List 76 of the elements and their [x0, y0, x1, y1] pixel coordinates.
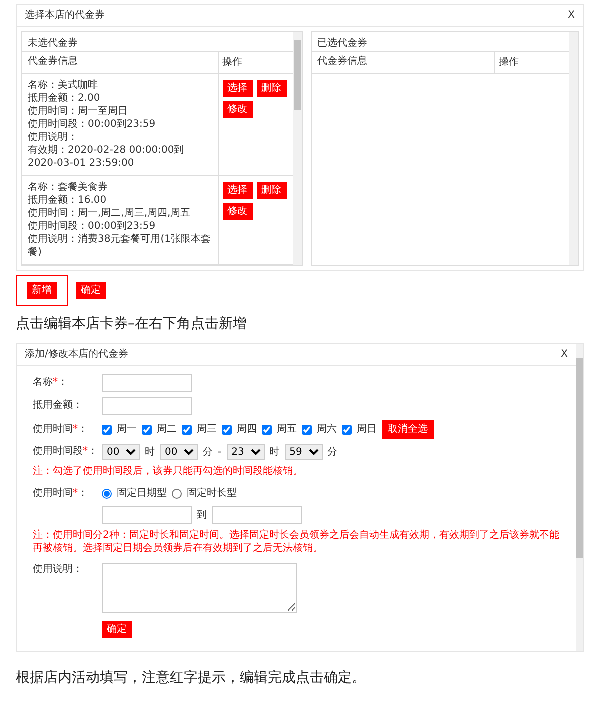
caption: 点击编辑本店卡券–在右下角点击新增: [16, 315, 248, 334]
caption: 根据店内活动填写，注意红字提示，编辑完成点击确定。: [16, 669, 367, 688]
voucher-info: 抵用金额：16.00: [28, 194, 108, 207]
amount-input[interactable]: [102, 397, 192, 415]
scrollbar[interactable]: [569, 32, 578, 265]
close-button[interactable]: X: [568, 8, 575, 23]
checkbox[interactable]: [142, 424, 152, 434]
checkbox[interactable]: [222, 424, 232, 434]
column-header: 操作: [498, 56, 520, 70]
checkbox[interactable]: [102, 424, 112, 434]
voucher-info: 使用说明：: [28, 131, 79, 144]
dialog-title: 选择本店的代金券: [25, 8, 105, 23]
action-button[interactable]: 修改: [222, 203, 253, 220]
checkbox[interactable]: [342, 424, 352, 434]
field-label: 抵用金额：: [33, 399, 84, 413]
action-button[interactable]: 选择: [222, 182, 253, 199]
time-select[interactable]: 00: [160, 444, 198, 460]
radio-button[interactable]: [172, 488, 182, 498]
checkbox-label: 周日: [357, 423, 377, 437]
date-input[interactable]: [212, 506, 302, 524]
checkbox-label: 周三: [197, 423, 217, 437]
checkbox[interactable]: [182, 424, 192, 434]
separator-text: 到: [197, 508, 207, 522]
voucher-info: 抵用金额：2.00: [28, 92, 102, 105]
deselect-all-button[interactable]: 取消全选: [382, 420, 434, 439]
checkbox-label: 周五: [277, 423, 297, 437]
checkbox-label: 周一: [117, 423, 137, 437]
radio-label: 固定日期型: [117, 486, 167, 501]
confirm-button[interactable]: 确定: [102, 621, 132, 638]
voucher-info: 使用时间段：00:00到23:59: [28, 220, 157, 233]
action-button[interactable]: 删除: [256, 182, 287, 199]
voucher-info: 使用时间：周一至周日: [28, 105, 129, 118]
unit-label: 时: [270, 446, 280, 460]
voucher-info: 使用说明：消费38元套餐可用(1张限本套餐): [28, 233, 212, 259]
note-text: 注：勾选了使用时间段后，该券只能再勾选的时间段能核销。: [33, 465, 304, 478]
note-text: 注：使用时间分2种：固定时长和固定时间。选择固定时长会员领券之后会自动生成有效期，有效期到了之后该券就不能再被核销。选择固定日期会员领券后在有效期到了之后无法核销。: [33, 529, 560, 555]
field-label: 使用说明：: [33, 563, 84, 577]
unit-label: -: [218, 446, 222, 460]
scrollbar[interactable]: [576, 344, 583, 651]
time-select[interactable]: 23: [226, 444, 265, 460]
unit-label: 分: [203, 446, 213, 460]
field-label: 使用时间*：: [33, 422, 89, 436]
add-button[interactable]: 新增: [27, 282, 57, 299]
date-input[interactable]: [102, 506, 192, 524]
checkbox[interactable]: [262, 424, 272, 434]
radio-button[interactable]: [102, 488, 112, 498]
time-select[interactable]: 00: [102, 444, 140, 460]
unit-label: 分: [328, 446, 338, 460]
close-button[interactable]: X: [561, 347, 568, 362]
voucher-info: 使用时间：周一,周二,周三,周四,周五: [28, 207, 192, 220]
checkbox-label: 周六: [317, 422, 337, 437]
radio-label: 固定时长型: [187, 486, 237, 501]
panel-title: 已选代金券: [312, 32, 569, 52]
panel-title: 未选代金券: [22, 32, 293, 52]
action-button[interactable]: 选择: [222, 80, 253, 97]
checkbox-label: 周四: [237, 423, 257, 437]
voucher-info: 名称：套餐美食券: [28, 181, 109, 194]
unit-label: 时: [145, 446, 155, 460]
voucher-info: 有效期：2020-02-28 00:00:00到2020-03-01 23:59:00: [28, 144, 186, 170]
column-header: 操作: [222, 56, 244, 70]
column-header: 代金券信息: [312, 52, 495, 73]
action-button[interactable]: 修改: [222, 101, 253, 118]
confirm-button[interactable]: 确定: [76, 282, 106, 299]
scrollbar[interactable]: [292, 32, 302, 265]
field-label: 名称*：: [33, 376, 69, 390]
voucher-info: 名称：美式咖啡: [28, 79, 99, 92]
checkbox-label: 周二: [157, 423, 177, 437]
action-button[interactable]: 删除: [256, 80, 287, 97]
checkbox[interactable]: [302, 424, 312, 434]
voucher-info: 使用时间段：00:00到23:59: [28, 118, 157, 131]
dialog-title: 添加/修改本店的代金券: [25, 348, 128, 362]
name-input[interactable]: [102, 374, 192, 392]
field-label: 使用时间段*：: [33, 445, 97, 459]
time-select[interactable]: 59: [284, 444, 323, 460]
column-header: 代金券信息: [22, 52, 219, 73]
field-label: 使用时间*：: [33, 486, 89, 500]
